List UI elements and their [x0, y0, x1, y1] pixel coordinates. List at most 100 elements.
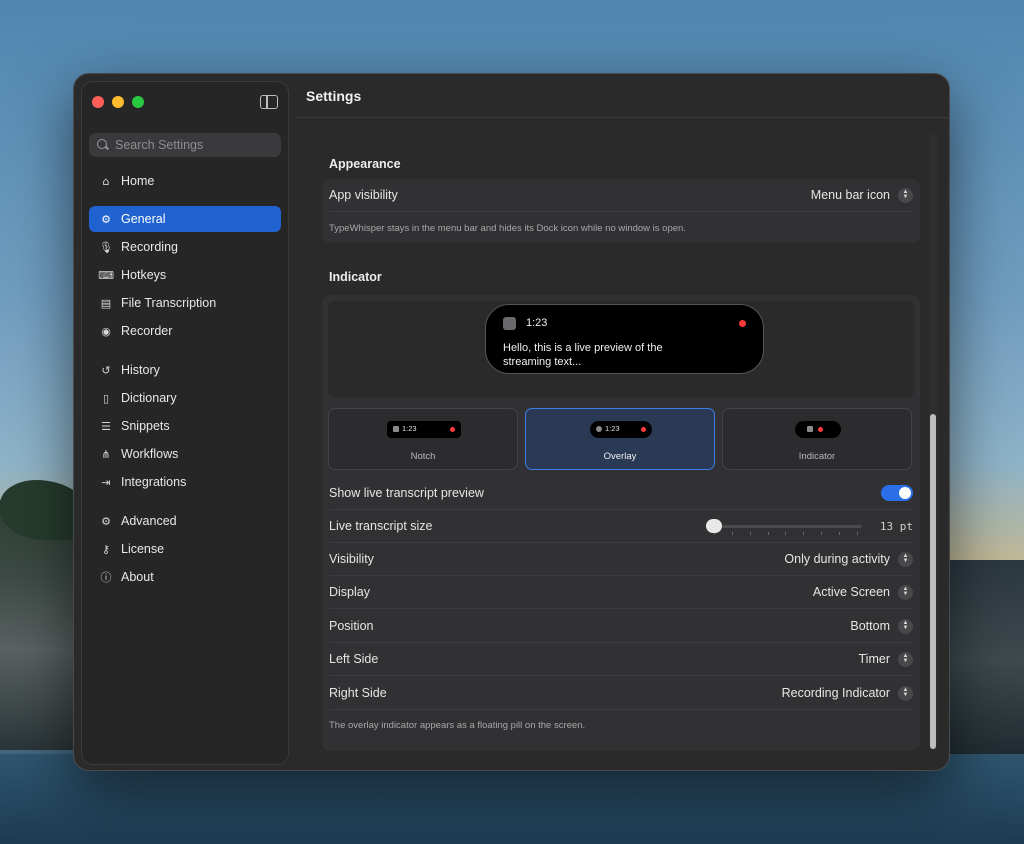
left-side-value: Timer: [858, 652, 890, 666]
chevron-up-down-icon: ▲ ▼: [898, 685, 913, 701]
left-side-label: Left Side: [329, 652, 379, 666]
size-slider[interactable]: [705, 519, 862, 535]
main-pane: Settings Appearance App visibility Menu …: [296, 74, 949, 770]
display-label: Display: [329, 585, 370, 599]
scrollbar[interactable]: [929, 134, 937, 749]
minimize-button[interactable]: [112, 96, 124, 108]
right-side-label: Right Side: [329, 686, 387, 700]
sidebar-item-integrations[interactable]: ⇥ Integrations: [89, 469, 281, 495]
chevron-up-down-icon: ▲ ▼: [898, 551, 913, 567]
chevron-up-down-icon: ▲ ▼: [898, 584, 913, 600]
sidebar-item-hotkeys[interactable]: ⌨ Hotkeys: [89, 262, 281, 288]
display-value: Active Screen: [812, 585, 890, 599]
right-side-row: Right Side Recording Indicator ▲ ▼: [329, 677, 913, 710]
sidebar-item-label: Hotkeys: [121, 268, 167, 282]
sidebar-toggle-icon[interactable]: [260, 95, 278, 109]
display-row: Display Active Screen ▲ ▼: [329, 576, 913, 609]
recording-dot-icon: [739, 320, 746, 327]
stop-icon: [807, 426, 813, 432]
app-visibility-value: Menu bar icon: [810, 188, 890, 202]
sidebar-item-label: File Transcription: [121, 296, 217, 310]
indicator-preview: 1:23 Hello, this is a live preview of th…: [328, 301, 914, 397]
sidebar-item-label: About: [121, 570, 154, 584]
size-label: Live transcript size: [329, 519, 433, 533]
backdrop-house: [946, 560, 1024, 760]
integrations-icon: ⇥: [101, 475, 111, 489]
sidebar-item-general[interactable]: ⚙ General: [89, 206, 281, 232]
sidebar-item-dictionary[interactable]: ▯ Dictionary: [89, 385, 281, 411]
sidebar-item-label: Advanced: [121, 514, 177, 528]
sidebar-item-advanced[interactable]: ⚙ Advanced: [89, 508, 281, 534]
sidebar-item-history[interactable]: ↺ History: [89, 357, 281, 383]
sidebar-item-recorder[interactable]: ◉ Recorder: [89, 318, 281, 344]
left-side-select[interactable]: Timer ▲ ▼: [858, 651, 913, 667]
zoom-button[interactable]: [132, 96, 144, 108]
recording-dot-icon: [818, 427, 823, 432]
sidebar: ⌂ Home ⚙ General 🎙 Recording ⌨ Hotkeys ▤…: [81, 81, 289, 765]
gear-icon: ⚙: [101, 212, 111, 226]
appearance-card: App visibility Menu bar icon ▲ ▼ TypeWhis…: [322, 179, 920, 243]
show-preview-row: Show live transcript preview: [329, 477, 913, 510]
size-value: 13 pt: [879, 519, 913, 533]
sidebar-item-label: Dictionary: [121, 391, 177, 405]
show-preview-toggle[interactable]: [881, 485, 913, 501]
sidebar-item-workflows[interactable]: ⋔ Workflows: [89, 441, 281, 467]
house-icon: ⌂: [102, 174, 110, 188]
left-side-row: Left Side Timer ▲ ▼: [329, 643, 913, 676]
sidebar-item-label: Home: [121, 174, 155, 188]
preview-pill: 1:23 Hello, this is a live preview of th…: [485, 304, 764, 374]
keyboard-icon: ⌨: [98, 268, 114, 282]
indicator-card: 1:23 Hello, this is a live preview of th…: [322, 295, 920, 751]
preview-text: Hello, this is a live preview of the str…: [503, 342, 663, 368]
style-option-label: Overlay: [603, 451, 637, 462]
recorder-icon: ◉: [101, 324, 111, 338]
sidebar-item-file-transcription[interactable]: ▤ File Transcription: [89, 290, 281, 316]
indicator-note: The overlay indicator appears as a float…: [329, 720, 586, 731]
style-option-indicator[interactable]: Indicator: [722, 408, 912, 470]
sidebar-item-label: License: [121, 542, 165, 556]
app-visibility-select[interactable]: Menu bar icon ▲ ▼: [810, 187, 913, 203]
stop-icon: [393, 426, 399, 432]
position-label: Position: [329, 619, 374, 633]
workflow-icon: ⋔: [101, 447, 111, 461]
overlay-time: 1:23: [605, 424, 620, 433]
sidebar-item-recording[interactable]: 🎙 Recording: [89, 234, 281, 260]
recording-dot-icon: [450, 427, 455, 432]
scrollbar-thumb[interactable]: [930, 414, 936, 749]
stop-icon: [503, 317, 516, 330]
sidebar-item-label: History: [121, 363, 160, 377]
right-side-select[interactable]: Recording Indicator ▲ ▼: [781, 685, 913, 701]
snippets-icon: ☰: [101, 419, 111, 433]
right-side-value: Recording Indicator: [781, 686, 890, 700]
sidebar-item-label: Workflows: [121, 447, 179, 461]
visibility-row: Visibility Only during activity ▲ ▼: [329, 543, 913, 576]
position-select[interactable]: Bottom ▲ ▼: [850, 618, 913, 634]
search-input[interactable]: [115, 138, 275, 152]
sidebar-item-about[interactable]: ⓘ About: [89, 564, 281, 590]
style-option-overlay[interactable]: 1:23 Overlay: [525, 408, 715, 470]
sidebar-item-label: Recorder: [121, 324, 173, 338]
size-row: Live transcript size 13 pt: [329, 510, 913, 543]
indicator-thumbnail: [795, 421, 841, 438]
overlay-thumbnail: 1:23: [590, 421, 652, 438]
visibility-select[interactable]: Only during activity ▲ ▼: [784, 551, 913, 567]
stop-icon: [596, 426, 602, 432]
close-button[interactable]: [92, 96, 104, 108]
display-select[interactable]: Active Screen ▲ ▼: [812, 584, 913, 600]
page-title: Settings: [296, 74, 949, 118]
traffic-lights: [92, 96, 144, 108]
visibility-value: Only during activity: [784, 552, 890, 566]
sidebar-item-home[interactable]: ⌂ Home: [89, 168, 281, 194]
sidebar-item-snippets[interactable]: ☰ Snippets: [89, 413, 281, 439]
slider-knob[interactable]: [705, 519, 722, 533]
sidebar-item-license[interactable]: ⚷ License: [89, 536, 281, 562]
chevron-up-down-icon: ▲ ▼: [898, 651, 913, 667]
key-icon: ⚷: [101, 542, 111, 556]
show-preview-label: Show live transcript preview: [329, 486, 484, 500]
recording-dot-icon: [641, 427, 646, 432]
visibility-label: Visibility: [329, 552, 374, 566]
style-option-notch[interactable]: 1:23 Notch: [328, 408, 518, 470]
search-field[interactable]: [89, 133, 281, 157]
app-visibility-label: App visibility: [329, 188, 398, 202]
position-value: Bottom: [850, 619, 890, 633]
